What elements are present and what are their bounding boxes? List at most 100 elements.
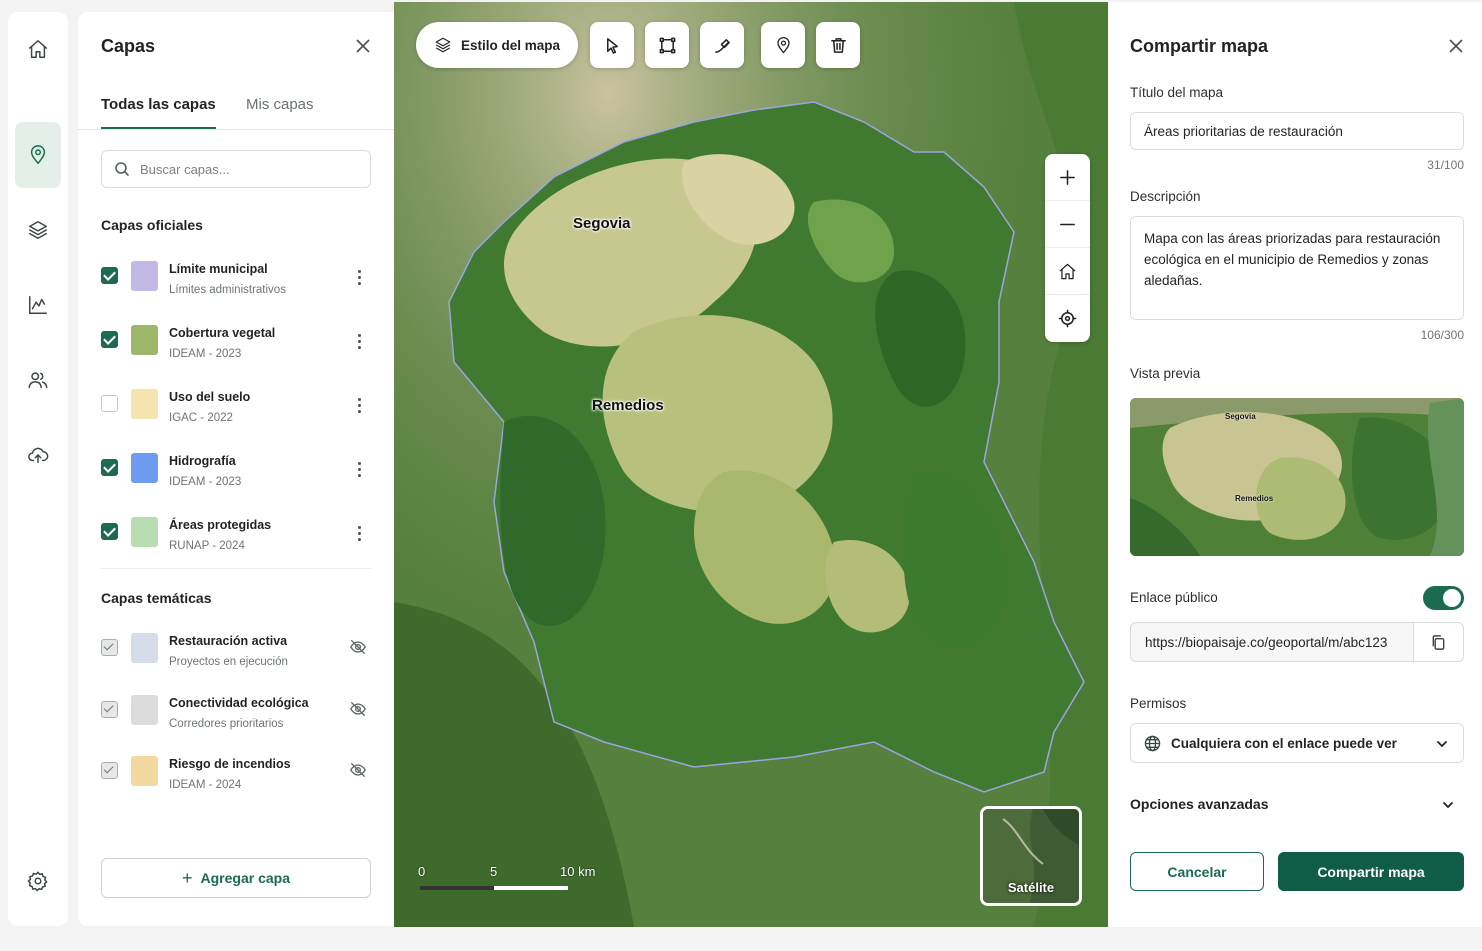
- layer-name: Conectividad ecológica: [169, 696, 309, 710]
- public-link-url[interactable]: https://biopaisaje.co/geoportal/m/abc123: [1145, 635, 1387, 650]
- zoom-in-button[interactable]: [1045, 154, 1090, 201]
- polygon-icon: [659, 37, 675, 53]
- layer-row-active-restoration[interactable]: Restauración activa Proyectos en ejecuci…: [101, 632, 371, 682]
- layer-swatch: [131, 453, 158, 483]
- permissions-value: Cualquiera con el enlace puede ver: [1171, 736, 1397, 751]
- preview-city-remedios: Remedios: [1235, 494, 1274, 503]
- map-pin-icon: [30, 145, 46, 164]
- add-layer-button[interactable]: + Agregar capa: [101, 858, 371, 898]
- map-style-label: Estilo del mapa: [461, 37, 561, 53]
- cloud-upload-icon: [28, 447, 49, 464]
- map-title-input[interactable]: [1130, 112, 1464, 150]
- search-input[interactable]: [140, 161, 360, 177]
- layers-tabs: Todas las capas Mis capas: [78, 90, 394, 130]
- layer-row-hydrography[interactable]: Hidrografía IDEAM - 2023: [101, 452, 371, 502]
- trash-icon: [830, 37, 846, 53]
- layer-checkbox[interactable]: [101, 639, 118, 656]
- line-draw-icon: [714, 38, 730, 53]
- layer-name: Restauración activa: [169, 634, 288, 648]
- tab-all-layers[interactable]: Todas las capas: [101, 96, 216, 129]
- copy-icon: [1432, 634, 1445, 650]
- layer-swatch: [131, 389, 158, 419]
- permissions-select[interactable]: Cualquiera con el enlace puede ver: [1130, 723, 1464, 763]
- official-layers-heading: Capas oficiales: [101, 217, 203, 233]
- home-button[interactable]: [15, 26, 61, 72]
- tab-my-layers[interactable]: Mis capas: [246, 96, 314, 127]
- layer-name: Cobertura vegetal: [169, 326, 276, 340]
- layer-row-connectivity[interactable]: Conectividad ecológica Corredores priori…: [101, 694, 371, 744]
- public-link-toggle[interactable]: [1423, 586, 1464, 610]
- cloud-upload-button[interactable]: [15, 432, 61, 478]
- layer-checkbox[interactable]: [101, 331, 118, 348]
- layer-row-fire-risk[interactable]: Riesgo de incendios IDEAM - 2024: [101, 755, 371, 805]
- layer-checkbox[interactable]: [101, 395, 118, 412]
- marker-tool-button[interactable]: [761, 22, 805, 68]
- map-canvas[interactable]: Estilo del mapa Segovia Remedios 0 5 10 …: [394, 2, 1108, 927]
- select-tool-button[interactable]: [590, 22, 634, 68]
- layer-swatch: [131, 756, 158, 786]
- layers-panel: Capas Todas las capas Mis capas Capas of…: [78, 12, 394, 926]
- basemap-switch-satellite[interactable]: Satélite: [980, 806, 1082, 906]
- eye-off-icon[interactable]: [349, 700, 369, 720]
- layer-checkbox[interactable]: [101, 523, 118, 540]
- share-panel: Compartir mapa Título del mapa 31/100 De…: [1108, 2, 1482, 927]
- layer-source: Límites administrativos: [169, 284, 286, 296]
- chevron-down-icon[interactable]: [1441, 798, 1455, 812]
- layer-source: Proyectos en ejecución: [169, 656, 288, 668]
- map-controls: [1045, 154, 1090, 342]
- layers-panel-title: Capas: [101, 36, 156, 56]
- more-options-icon[interactable]: [353, 522, 365, 544]
- close-share-button[interactable]: [1445, 35, 1467, 57]
- analytics-button[interactable]: [15, 282, 61, 328]
- layer-source: RUNAP - 2024: [169, 540, 245, 552]
- layer-row-protected-areas[interactable]: Áreas protegidas RUNAP - 2024: [101, 516, 371, 566]
- layer-row-municipal-limit[interactable]: Límite municipal Límites administrativos: [101, 260, 371, 310]
- settings-button[interactable]: [15, 858, 61, 904]
- share-map-button[interactable]: Compartir mapa: [1278, 852, 1464, 891]
- line-tool-button[interactable]: [700, 22, 744, 68]
- map-pin-button[interactable]: [15, 122, 61, 188]
- cancel-button[interactable]: Cancelar: [1130, 852, 1264, 891]
- layer-checkbox[interactable]: [101, 701, 118, 718]
- more-options-icon[interactable]: [353, 458, 365, 480]
- add-layer-label: Agregar capa: [200, 870, 290, 886]
- advanced-options-toggle[interactable]: Opciones avanzadas: [1130, 796, 1269, 812]
- public-link-field: https://biopaisaje.co/geoportal/m/abc123: [1130, 622, 1464, 662]
- icon-rail: [8, 12, 68, 926]
- layer-name: Riesgo de incendios: [169, 757, 291, 771]
- chevron-down-icon: [1435, 737, 1449, 751]
- more-options-icon[interactable]: [353, 330, 365, 352]
- reset-view-button[interactable]: [1045, 248, 1090, 295]
- city-label-segovia: Segovia: [573, 215, 631, 232]
- layer-checkbox[interactable]: [101, 762, 118, 779]
- scale-label-5: 5: [490, 864, 498, 879]
- home-icon: [1059, 263, 1076, 279]
- layers-button[interactable]: [15, 207, 61, 253]
- layer-checkbox[interactable]: [101, 459, 118, 476]
- polygon-tool-button[interactable]: [645, 22, 689, 68]
- zoom-out-button[interactable]: [1045, 201, 1090, 248]
- more-options-icon[interactable]: [353, 394, 365, 416]
- layer-source: IDEAM - 2023: [169, 476, 242, 488]
- layers-icon: [435, 37, 451, 53]
- map-style-button[interactable]: Estilo del mapa: [416, 22, 579, 68]
- layer-row-land-use[interactable]: Uso del suelo IGAC - 2022: [101, 388, 371, 438]
- layer-checkbox[interactable]: [101, 267, 118, 284]
- preview-thumbnail: [1130, 398, 1464, 556]
- layer-row-vegetation[interactable]: Cobertura vegetal IDEAM - 2023: [101, 324, 371, 374]
- eye-off-icon[interactable]: [349, 761, 369, 781]
- layer-source: IDEAM - 2023: [169, 348, 242, 360]
- copy-link-button[interactable]: [1413, 623, 1463, 661]
- plus-icon: +: [182, 867, 193, 888]
- users-button[interactable]: [15, 357, 61, 403]
- close-layers-button[interactable]: [352, 35, 374, 57]
- layer-source: IDEAM - 2024: [169, 779, 242, 791]
- layer-name: Límite municipal: [169, 262, 268, 276]
- delete-tool-button[interactable]: [816, 22, 860, 68]
- share-panel-title: Compartir mapa: [1130, 36, 1269, 56]
- close-icon: [1449, 39, 1463, 53]
- locate-button[interactable]: [1045, 295, 1090, 342]
- description-textarea[interactable]: Mapa con las áreas priorizadas para rest…: [1130, 216, 1464, 320]
- eye-off-icon[interactable]: [349, 638, 369, 658]
- more-options-icon[interactable]: [353, 266, 365, 288]
